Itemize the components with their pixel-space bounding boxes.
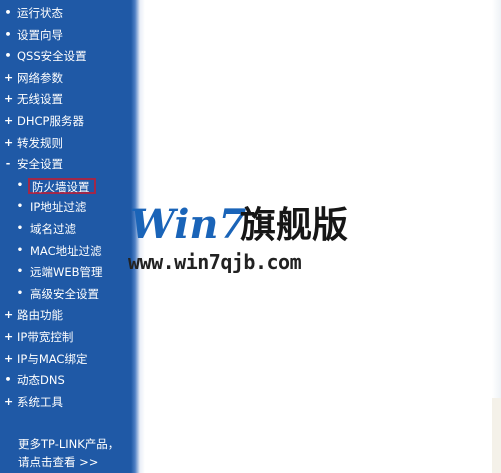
sidebar-item[interactable]: - 安全设置 xyxy=(0,154,131,174)
sidebar-item[interactable]: • MAC地址过滤 xyxy=(0,241,131,261)
bullet-icon: • xyxy=(4,27,12,41)
sidebar-item-label: 防火墙设置 xyxy=(28,177,96,194)
sidebar-item[interactable]: + IP与MAC绑定 xyxy=(0,349,131,369)
expand-icon: + xyxy=(4,394,14,408)
sidebar-item-label: IP带宽控制 xyxy=(17,330,74,344)
sidebar-item[interactable]: + 网络参数 xyxy=(0,68,131,88)
sidebar-item-label: QSS安全设置 xyxy=(17,49,87,64)
sidebar-item-label: IP地址过滤 xyxy=(30,200,87,215)
bullet-icon: • xyxy=(4,6,12,19)
watermark: Win7 旗舰版 www.win7qjb.com xyxy=(120,200,370,280)
sidebar-item-label: 安全设置 xyxy=(17,157,63,172)
sidebar-item[interactable]: + 转发规则 xyxy=(0,133,131,153)
sidebar-item-label: 系统工具 xyxy=(17,394,63,409)
watermark-brand: Win7 xyxy=(130,201,247,248)
watermark-brand-cn: 旗舰版 xyxy=(240,205,349,246)
expand-icon: + xyxy=(4,330,14,343)
sidebar-item-label: DHCP服务器 xyxy=(17,114,84,128)
sidebar-item-label: 高级安全设置 xyxy=(30,286,99,301)
sidebar-item[interactable]: • IP地址过滤 xyxy=(0,197,131,217)
sidebar-item-label: 网络参数 xyxy=(17,70,63,85)
bullet-icon: • xyxy=(4,49,12,63)
sidebar-nav: • 运行状态 • 设置向导 • QSS安全设置 + 网络参数 + 无线设置 + DHCP服务器 + 转发规… xyxy=(0,0,131,473)
bullet-icon: • xyxy=(4,373,12,387)
bullet-icon: • xyxy=(16,266,24,278)
sidebar-item-label: 转发规则 xyxy=(17,135,63,150)
scrollbar-edge-bottom xyxy=(492,398,501,473)
sidebar-item[interactable]: • 高级安全设置 xyxy=(0,284,131,304)
sidebar-item[interactable]: • 动态DNS xyxy=(0,370,131,390)
view-more-link[interactable]: 请点击查看 >> xyxy=(18,454,98,470)
sidebar-item[interactable]: + 系统工具 xyxy=(0,392,131,412)
sidebar-item[interactable]: • 设置向导 xyxy=(0,25,131,45)
sidebar-item[interactable]: • 防火墙设置 xyxy=(0,176,131,196)
sidebar-item-label: 无线设置 xyxy=(17,92,63,107)
sidebar-item[interactable]: + DHCP服务器 xyxy=(0,111,131,131)
expand-icon: + xyxy=(4,135,14,149)
bullet-icon: • xyxy=(16,179,24,191)
sidebar-item[interactable]: • 运行状态 xyxy=(0,3,131,23)
sidebar-item[interactable]: + 无线设置 xyxy=(0,89,131,109)
sidebar-item-label: 运行状态 xyxy=(17,6,63,20)
sidebar-item-label: 路由功能 xyxy=(17,308,63,323)
expand-icon: + xyxy=(4,114,14,127)
watermark-url: www.win7qjb.com xyxy=(128,250,302,274)
expand-icon: + xyxy=(4,308,14,322)
bullet-icon: • xyxy=(16,223,24,234)
collapse-icon: - xyxy=(5,157,11,171)
sidebar-item[interactable]: • 域名过滤 xyxy=(0,219,131,239)
sidebar-item[interactable]: • QSS安全设置 xyxy=(0,46,131,66)
sidebar-item-label: 设置向导 xyxy=(17,27,63,42)
sidebar-item[interactable]: + 路由功能 xyxy=(0,305,131,325)
expand-icon: + xyxy=(4,92,14,106)
bullet-icon: • xyxy=(16,287,24,299)
sidebar-item[interactable]: + IP带宽控制 xyxy=(0,327,131,347)
expand-icon: + xyxy=(4,70,14,84)
sidebar-item-label: IP与MAC绑定 xyxy=(17,351,88,366)
sidebar-item[interactable]: • 远端WEB管理 xyxy=(0,262,131,282)
bullet-icon: • xyxy=(16,201,24,213)
sidebar-item-label: 域名过滤 xyxy=(30,222,76,236)
sidebar-item-label: MAC地址过滤 xyxy=(30,243,102,258)
sidebar-item-label: 动态DNS xyxy=(17,373,65,388)
sidebar-item-label: 远端WEB管理 xyxy=(30,265,103,280)
more-products-text: 更多TP-LINK产品， xyxy=(18,437,120,451)
expand-icon: + xyxy=(4,351,14,365)
bullet-icon: • xyxy=(16,244,24,256)
